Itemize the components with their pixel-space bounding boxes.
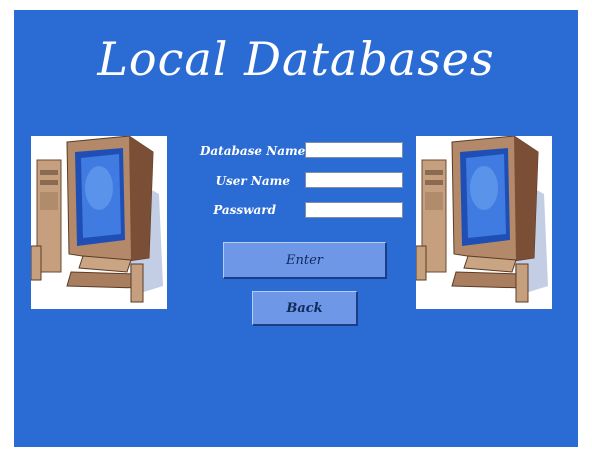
user-name-label: User Name (215, 174, 290, 188)
computer-icon (416, 136, 552, 309)
page-title: Local Databases (97, 32, 495, 86)
password-input[interactable] (305, 202, 403, 218)
computer-icon (31, 136, 167, 309)
back-button[interactable]: Back (252, 291, 358, 326)
user-name-input[interactable] (305, 172, 403, 188)
main-panel: Local Databases Database Name User Name … (14, 10, 578, 447)
password-label: Passward (213, 203, 276, 217)
enter-button[interactable]: Enter (223, 242, 387, 279)
database-name-label: Database Name (200, 144, 306, 158)
database-name-input[interactable] (305, 142, 403, 158)
